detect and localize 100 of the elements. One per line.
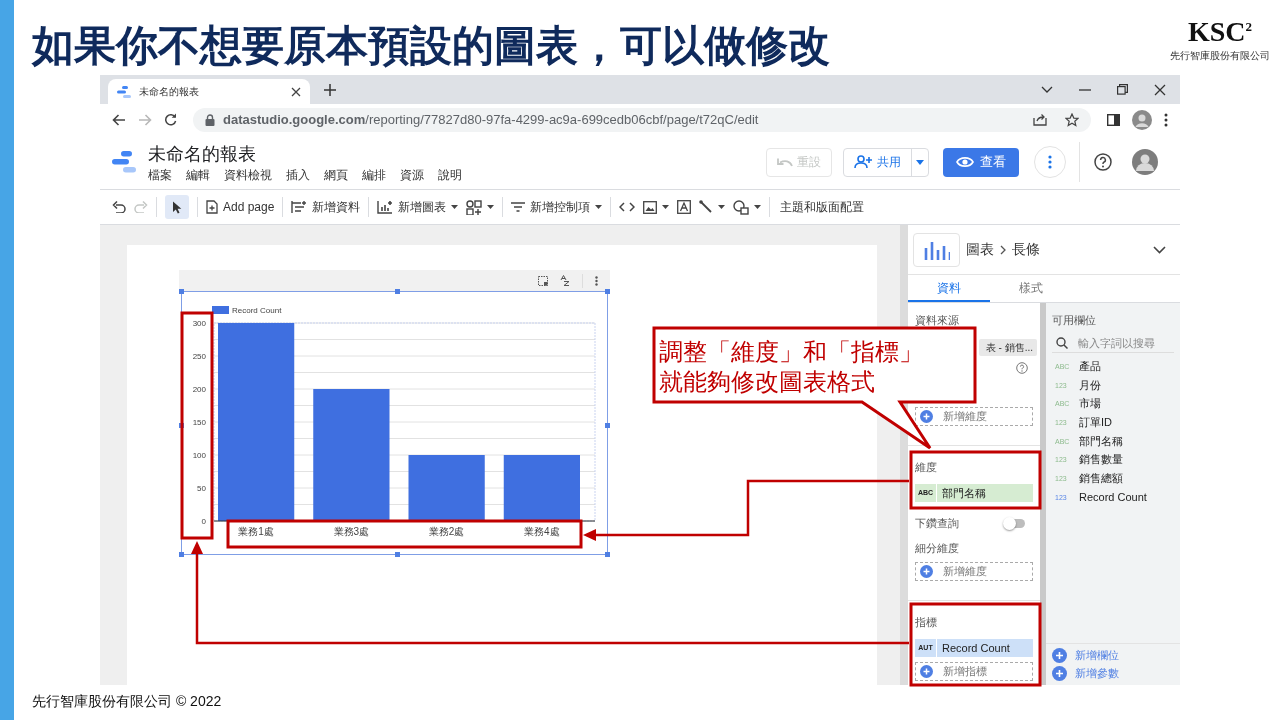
more-icon[interactable] <box>595 275 598 286</box>
add-field-slot[interactable]: 新增維度 <box>915 407 1033 426</box>
field-item[interactable]: Record Count <box>1079 491 1147 504</box>
menu-item[interactable]: 說明 <box>438 167 462 183</box>
resize-handle[interactable] <box>605 289 610 294</box>
caret-icon <box>487 205 495 209</box>
resize-handle[interactable] <box>394 552 400 557</box>
slide-title: 如果你不想要原本預設的圖表，可以做修改 <box>32 21 830 71</box>
eye-icon <box>956 156 974 168</box>
section-label: 指標 <box>915 615 938 629</box>
close-icon[interactable] <box>291 86 301 97</box>
resize-handle[interactable] <box>394 289 400 294</box>
legend-swatch <box>212 306 229 314</box>
logo-caption: 先行智庫股份有限公司 <box>1170 49 1270 64</box>
chart-type-tile[interactable] <box>913 232 960 267</box>
field-item[interactable]: 銷售數量 <box>1079 452 1123 468</box>
field-item[interactable]: 市場 <box>1079 396 1101 412</box>
undo-icon[interactable] <box>112 201 126 213</box>
pointer-tool[interactable] <box>165 195 189 219</box>
address-bar[interactable]: datastudio.google.com/reporting/77827d80-97fa-4299-ac9a-699cedb06cbf/page/t72qC/edit <box>193 107 1091 132</box>
menu-item[interactable]: 檔案 <box>148 167 172 183</box>
side-panel-icon[interactable] <box>1107 113 1120 126</box>
sort-icon[interactable] <box>560 275 570 286</box>
lock-icon <box>205 113 215 126</box>
legend-label: Record Count <box>232 306 282 315</box>
menu-item[interactable]: 網頁 <box>324 167 348 183</box>
data-source-field[interactable]: 表 - 銷售... <box>979 339 1037 356</box>
caret-icon <box>595 205 603 209</box>
section-label: 維度 <box>915 460 938 474</box>
resize-handle[interactable] <box>605 423 610 428</box>
caret-icon <box>754 205 762 209</box>
add-chart-button[interactable]: 新增圖表 <box>377 195 459 219</box>
theme-layout-button[interactable]: 主題和版面配置 <box>780 195 865 219</box>
x-tick-label: 業務3處 <box>333 526 370 537</box>
add-circle-icon <box>920 565 933 578</box>
new-tab-icon[interactable] <box>324 84 336 96</box>
menu-item[interactable]: 插入 <box>286 167 310 183</box>
section-label: 下鑽查詢 <box>915 516 959 530</box>
caret-icon <box>718 205 726 209</box>
y-tick-label: 300 <box>192 319 206 328</box>
resize-handle[interactable] <box>179 289 184 294</box>
view-button[interactable]: 查看 <box>943 147 1019 177</box>
add-person-icon <box>854 155 872 169</box>
search-icon <box>1056 336 1068 349</box>
chevron-down-icon[interactable] <box>1153 245 1166 254</box>
chevron-down-icon[interactable] <box>1041 85 1053 94</box>
add-field-slot[interactable]: 新增指標 <box>915 662 1033 681</box>
add-circle-icon <box>1052 666 1067 681</box>
field-item[interactable]: 銷售總額 <box>1079 470 1123 486</box>
back-arrow-icon[interactable] <box>112 113 126 126</box>
text-box-icon[interactable] <box>677 200 692 214</box>
add-page-button[interactable]: Add page <box>206 195 275 219</box>
resize-handle[interactable] <box>179 423 184 428</box>
report-title[interactable]: 未命名的報表 <box>148 143 462 165</box>
select-area-icon[interactable] <box>538 275 548 286</box>
menu-item[interactable]: 資料檢視 <box>224 167 272 183</box>
add-link[interactable]: 新增欄位 <box>1052 648 1180 663</box>
close-icon[interactable] <box>1154 83 1166 96</box>
section-label: 細分維度 <box>915 541 960 555</box>
resize-handle[interactable] <box>605 552 610 557</box>
scrollbar[interactable] <box>1040 303 1046 685</box>
avatar-icon[interactable] <box>1132 109 1152 130</box>
share-page-icon[interactable] <box>1033 113 1047 126</box>
bookmark-star-icon[interactable] <box>1065 112 1079 127</box>
x-tick-label: 業務1處 <box>238 526 274 537</box>
panel-tab[interactable]: 樣式 <box>990 275 1072 302</box>
add-control-button[interactable]: 新增控制項 <box>511 195 603 219</box>
resize-handle[interactable] <box>179 552 184 557</box>
browser-tab[interactable]: 未命名的報表 <box>108 79 310 104</box>
code-icon[interactable] <box>619 202 636 212</box>
y-tick-label: 250 <box>192 352 206 361</box>
minimize-icon[interactable] <box>1079 88 1091 91</box>
field-item[interactable]: 部門名稱 <box>1079 433 1123 449</box>
restore-icon[interactable] <box>1117 84 1128 95</box>
help-icon[interactable] <box>1094 153 1112 171</box>
section-label: 資料來源 <box>915 313 960 327</box>
search-field[interactable]: 輸入字詞以搜尋 <box>1052 333 1174 353</box>
more-icon[interactable] <box>1164 112 1168 127</box>
drill-down-toggle[interactable] <box>1005 518 1025 528</box>
add-link[interactable]: 新增參數 <box>1052 666 1180 681</box>
chevron-right-icon <box>1000 244 1006 255</box>
add-data-button[interactable]: 新增資料 <box>291 195 361 219</box>
menu-item[interactable]: 編輯 <box>186 167 210 183</box>
menu-item[interactable]: 編排 <box>362 167 386 183</box>
footer-text: 先行智庫股份有限公司 © 2022 <box>31 692 223 711</box>
reload-icon[interactable] <box>164 113 177 126</box>
shapes-icon <box>733 199 750 215</box>
add-field-slot[interactable]: 新增維度 <box>915 562 1033 581</box>
avatar-icon[interactable] <box>1132 149 1158 175</box>
field-item[interactable]: 月份 <box>1079 377 1101 393</box>
field-item[interactable]: 訂單ID <box>1079 414 1112 430</box>
y-tick-label: 0 <box>201 517 206 526</box>
field-item[interactable]: 產品 <box>1079 358 1101 374</box>
menu-item[interactable]: 資源 <box>400 167 424 183</box>
panel-tab[interactable]: 資料 <box>908 275 990 302</box>
pointer-icon <box>172 200 182 214</box>
bar-chart-icon <box>923 239 950 260</box>
filter-icon <box>511 202 526 212</box>
app-logo-icon <box>112 151 136 173</box>
undo-arrow-icon <box>777 157 793 167</box>
